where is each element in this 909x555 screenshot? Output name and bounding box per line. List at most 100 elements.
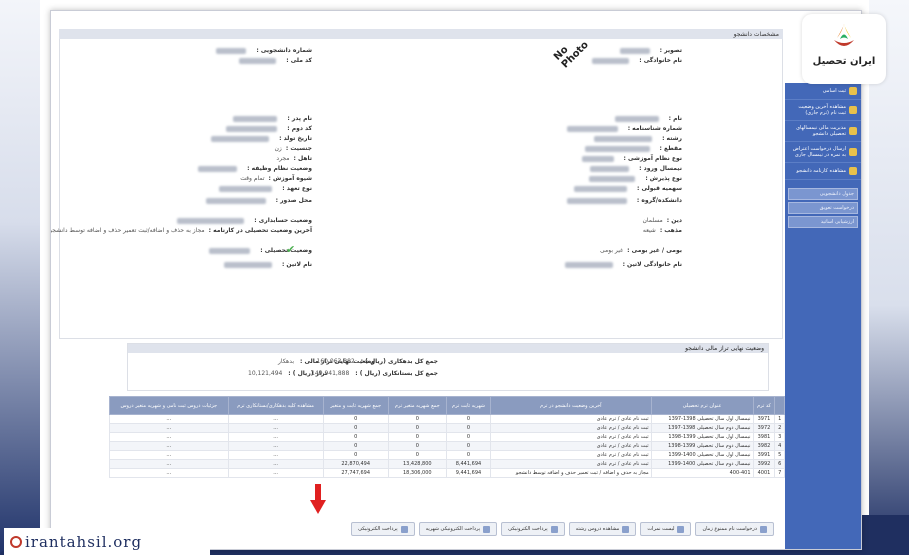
cell-detail[interactable]: ... bbox=[109, 468, 229, 478]
cell-title: 400-401 bbox=[650, 468, 754, 478]
field-label: دانشکده/گروه : bbox=[636, 197, 682, 204]
field-value: مجرد bbox=[276, 155, 290, 162]
toolbar-button-label: مشاهده دروس رشته bbox=[575, 526, 620, 532]
toolbar-button[interactable]: پرداخت الکترونیکی شهریه bbox=[418, 522, 498, 536]
cell-fixed: 9,441,694 bbox=[445, 468, 492, 478]
cell-ledger[interactable]: ... bbox=[227, 423, 324, 433]
sidebar-item[interactable]: ارسال درخواست اعتراض به نمره در نیمسال ج… bbox=[785, 142, 861, 163]
cell-ledger[interactable]: ... bbox=[227, 432, 324, 442]
sidebar-item[interactable]: مشاهده آخرین وضعیت ثبت نام (ترم جاری) bbox=[785, 100, 861, 121]
cell-detail[interactable]: ... bbox=[109, 450, 229, 460]
sidebar-item[interactable]: ثبت اسامی bbox=[785, 83, 861, 100]
cell-var: 13,428,800 bbox=[387, 459, 447, 469]
cell-n: 1 bbox=[774, 414, 785, 424]
cell-ledger[interactable]: ... bbox=[227, 441, 324, 451]
cell-title: نیمسال دوم سال تحصیلی 1400-1399 bbox=[650, 459, 754, 469]
cell-ledger[interactable]: ... bbox=[227, 414, 324, 424]
cell-sum: 27,747,694 bbox=[322, 468, 389, 478]
redacted-value bbox=[619, 47, 650, 54]
sidebar-item-label: ارسال درخواست اعتراض به نمره در نیمسال ج… bbox=[792, 146, 846, 158]
sidebar-item[interactable]: مشاهده کارنامه دانشجو bbox=[785, 163, 861, 180]
field-label: نوع تعهد : bbox=[282, 185, 312, 192]
cell-status: ثبت نام عادی / ترم عادی bbox=[490, 450, 652, 460]
cell-var: 0 bbox=[387, 414, 447, 424]
cell-status: ثبت نام عادی / ترم عادی bbox=[490, 423, 652, 433]
table-row[interactable]: 7 4001 400-401 مجاز به حذف و اضافه / ثبت تع… bbox=[109, 468, 785, 478]
sidebar-item-label: ثبت اسامی bbox=[822, 88, 846, 94]
brand-mark-icon bbox=[834, 24, 854, 46]
field-label: شماره دانشجویی : bbox=[256, 47, 312, 54]
profile-field: کد ملی : bbox=[239, 57, 312, 64]
cell-detail[interactable]: ... bbox=[109, 432, 229, 442]
table-row[interactable]: 2 3972 نیمسال دوم سال تحصیلی 1398-1397 ثبت … bbox=[109, 423, 785, 433]
field-label: نیمسال ورود : bbox=[639, 165, 682, 172]
student-profile: No Photo تصویر : نام خانوادگی : نام : شماره… bbox=[51, 39, 783, 339]
cell-ledger[interactable]: ... bbox=[227, 468, 324, 478]
field-label: وضعیت نظام وظیفه : bbox=[247, 165, 312, 172]
cell-ledger[interactable]: ... bbox=[227, 459, 324, 469]
redacted-value bbox=[594, 135, 653, 142]
toolbar-button[interactable]: پرداخت الکترونیکی bbox=[501, 522, 565, 536]
finance-status: وضعیت نهایی تراز مالی : بدهکار bbox=[278, 358, 375, 365]
toolbar-button[interactable]: لیست نمرات bbox=[640, 522, 692, 536]
table-row[interactable]: 3 3981 نیمسال اول سال تحصیلی 1399-1398 ثبت … bbox=[109, 432, 785, 442]
profile-field: وضعیت تحصیلی : bbox=[209, 247, 312, 254]
table-row[interactable]: 4 3982 نیمسال دوم سال تحصیلی 1399-1398 ثبت … bbox=[109, 441, 785, 451]
cell-ledger[interactable]: ... bbox=[227, 450, 324, 460]
toolbar-button-label: پرداخت الکترونیکی bbox=[358, 526, 398, 532]
finance-status-label: وضعیت نهایی تراز مالی : bbox=[299, 358, 375, 365]
cell-detail[interactable]: ... bbox=[109, 423, 229, 433]
column-header: عنوان ترم تحصیلی bbox=[650, 396, 754, 415]
table-row[interactable]: 1 3971 نیمسال اول سال تحصیلی 1398-1397 ثبت … bbox=[109, 414, 785, 424]
document-icon bbox=[760, 525, 767, 533]
folder-icon bbox=[849, 148, 857, 156]
field-label: نوع نظام آموزشی : bbox=[623, 155, 683, 162]
profile-field: تصویر : bbox=[619, 47, 682, 54]
cell-detail[interactable]: ... bbox=[109, 414, 229, 424]
cell-sum: 0 bbox=[322, 423, 389, 433]
redacted-value bbox=[205, 197, 266, 204]
profile-field: رشته : bbox=[594, 135, 682, 142]
field-label: کد ملی : bbox=[286, 57, 312, 64]
sidebar-link[interactable]: درخواست تعویق bbox=[788, 202, 858, 214]
profile-field: دانشکده/گروه : bbox=[566, 197, 682, 204]
table-row[interactable]: 5 3991 نیمسال اول سال تحصیلی 1400-1399 ثبت … bbox=[109, 450, 785, 460]
field-label: تصویر : bbox=[659, 47, 682, 54]
toolbar-button[interactable]: مشاهده دروس رشته bbox=[568, 522, 637, 536]
field-value: تمام وقت bbox=[240, 175, 265, 182]
column-header: مشاهده کلیه بدهکاری/بستانکاری ترم bbox=[227, 396, 324, 415]
redacted-value bbox=[584, 145, 650, 152]
sidebar-links: جدول دانشجویی درخواست تعویق ارزشیابی اساتی… bbox=[785, 188, 861, 228]
field-label: کد دوم : bbox=[287, 125, 312, 132]
toolbar-button-label: پرداخت الکترونیکی شهریه bbox=[425, 526, 481, 532]
main-content: مشخصات دانشجو No Photo تصویر : نام خانواد… bbox=[51, 29, 783, 339]
cell-status: ثبت نام عادی / ترم عادی bbox=[490, 459, 652, 469]
finance-title: وضعیت نهایی تراز مالی دانشجو bbox=[128, 344, 768, 353]
sidebar-link[interactable]: ارزشیابی اساتید bbox=[788, 216, 858, 228]
redacted-value bbox=[592, 57, 630, 64]
field-label: نام لاتین : bbox=[281, 261, 312, 268]
toolbar-button[interactable]: پرداخت الکترونیکی bbox=[351, 522, 415, 536]
profile-field: نام لاتین : bbox=[223, 261, 312, 268]
field-label: مذهب : bbox=[659, 227, 682, 234]
toolbar-button[interactable]: درخواست نام ممنوع زمان bbox=[695, 522, 774, 536]
finance-balance: تراز (ریال ) : 10,121,494 bbox=[248, 370, 327, 377]
cell-var: 0 bbox=[387, 423, 447, 433]
field-label: نوع پذیرش : bbox=[645, 175, 682, 182]
cell-code: 4001 bbox=[752, 468, 776, 478]
redacted-value bbox=[566, 197, 627, 204]
sidebar-link[interactable]: جدول دانشجویی bbox=[788, 188, 858, 200]
cell-detail[interactable]: ... bbox=[109, 459, 229, 469]
document-icon bbox=[677, 525, 685, 533]
cell-detail[interactable]: ... bbox=[109, 441, 229, 451]
table-row[interactable]: 6 3992 نیمسال دوم سال تحصیلی 1400-1399 ثبت … bbox=[109, 459, 785, 469]
profile-field: شماره دانشجویی : bbox=[216, 47, 312, 54]
profile-field: تاریخ تولد : bbox=[211, 135, 312, 142]
sidebar-item[interactable]: مدیریت مالی نیمسالهای تحصیلی دانشجو bbox=[785, 121, 861, 142]
redacted-value bbox=[211, 135, 270, 142]
document-icon bbox=[550, 525, 558, 533]
profile-field: نوع پذیرش : bbox=[589, 175, 682, 182]
column-header: جمع شهریه متغیر ترم bbox=[387, 396, 447, 415]
profile-field: نام خانوادگی لاتین : bbox=[564, 261, 682, 268]
field-label: جنسیت : bbox=[285, 145, 312, 152]
